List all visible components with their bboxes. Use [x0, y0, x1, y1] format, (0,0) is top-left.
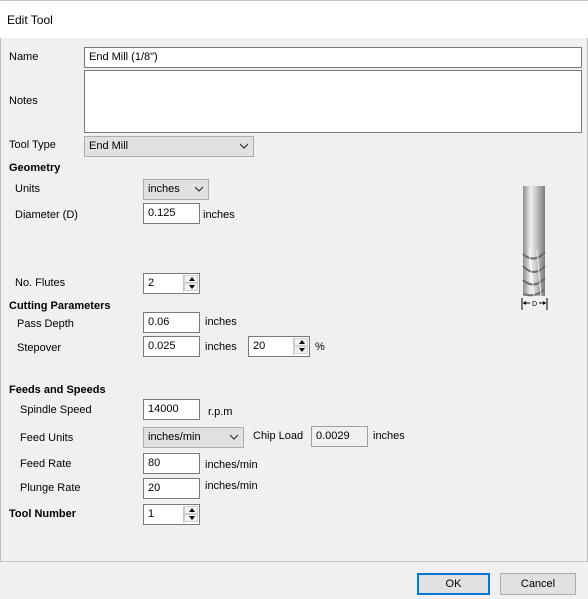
- arrow-down-icon: [189, 285, 195, 289]
- chevron-down-icon: [240, 143, 248, 149]
- tool-type-value: End Mill: [89, 140, 129, 152]
- tool-number-spinner[interactable]: 1: [143, 504, 200, 525]
- spin-up-button[interactable]: [294, 338, 308, 346]
- feed-rate-unit: inches/min: [205, 459, 258, 471]
- chevron-down-icon: [195, 186, 203, 192]
- notes-label: Notes: [9, 95, 38, 107]
- chevron-down-icon: [230, 434, 238, 440]
- title-bar: Edit Tool: [0, 0, 588, 38]
- notes-textarea[interactable]: [84, 70, 582, 133]
- chip-load-readout: 0.0029: [311, 426, 368, 447]
- plunge-rate-label: Plunge Rate: [20, 482, 81, 494]
- spin-down-button[interactable]: [184, 514, 198, 522]
- plunge-rate-unit: inches/min: [205, 480, 258, 492]
- ok-button[interactable]: OK: [417, 573, 490, 595]
- arrow-up-icon: [299, 340, 305, 344]
- tool-number-header: Tool Number: [9, 508, 77, 520]
- window-title: Edit Tool: [7, 13, 53, 27]
- plunge-rate-input[interactable]: 20: [143, 478, 200, 499]
- chip-load-unit: inches: [373, 430, 405, 442]
- units-label: Units: [15, 183, 41, 195]
- arrow-down-icon: [299, 348, 305, 352]
- stepover-input[interactable]: 0.025: [143, 336, 200, 357]
- pass-depth-input[interactable]: 0.06: [143, 312, 200, 333]
- spindle-speed-unit: r.p.m: [208, 406, 233, 418]
- spindle-speed-input[interactable]: 14000: [143, 399, 200, 420]
- diameter-unit: inches: [203, 209, 235, 221]
- feeds-speeds-header: Feeds and Speeds: [9, 384, 106, 396]
- spindle-speed-label: Spindle Speed: [20, 404, 92, 416]
- flutes-value: 2: [148, 277, 155, 289]
- name-input[interactable]: End Mill (1/8"): [84, 47, 582, 68]
- arrow-up-icon: [189, 277, 195, 281]
- cutting-parameters-header: Cutting Parameters: [9, 300, 111, 312]
- spin-up-button[interactable]: [184, 275, 198, 283]
- stepover-percent-unit: %: [315, 341, 325, 353]
- spin-down-button[interactable]: [184, 283, 198, 291]
- name-label: Name: [9, 51, 39, 63]
- stepover-label: Stepover: [17, 342, 62, 354]
- chip-load-label: Chip Load: [253, 430, 304, 442]
- diameter-label: Diameter (D): [15, 209, 78, 221]
- feed-units-select[interactable]: inches/min: [143, 427, 244, 448]
- diameter-diagram-label: D: [532, 301, 537, 308]
- stepover-percent-value: 20: [253, 340, 266, 352]
- feed-units-value: inches/min: [148, 431, 201, 443]
- tool-type-select[interactable]: End Mill: [84, 136, 254, 157]
- cancel-button[interactable]: Cancel: [500, 573, 576, 595]
- units-value: inches: [148, 183, 180, 195]
- diameter-input[interactable]: 0.125: [143, 203, 200, 224]
- pass-depth-unit: inches: [205, 316, 237, 328]
- stepover-unit: inches: [205, 341, 237, 353]
- arrow-down-icon: [189, 516, 195, 520]
- tool-type-label: Tool Type: [9, 139, 56, 151]
- arrow-up-icon: [189, 508, 195, 512]
- spin-down-button[interactable]: [294, 346, 308, 354]
- units-select[interactable]: inches: [143, 179, 209, 200]
- feed-units-label: Feed Units: [20, 432, 74, 444]
- end-mill-diagram-icon: D: [521, 186, 548, 310]
- pass-depth-label: Pass Depth: [17, 318, 74, 330]
- stepover-percent-spinner[interactable]: 20: [248, 336, 310, 357]
- flutes-spinner[interactable]: 2: [143, 273, 200, 294]
- flutes-label: No. Flutes: [15, 277, 66, 289]
- spin-up-button[interactable]: [184, 506, 198, 514]
- feed-rate-label: Feed Rate: [20, 458, 72, 470]
- geometry-header: Geometry: [9, 162, 61, 174]
- tool-number-value: 1: [148, 508, 155, 520]
- feed-rate-input[interactable]: 80: [143, 453, 200, 474]
